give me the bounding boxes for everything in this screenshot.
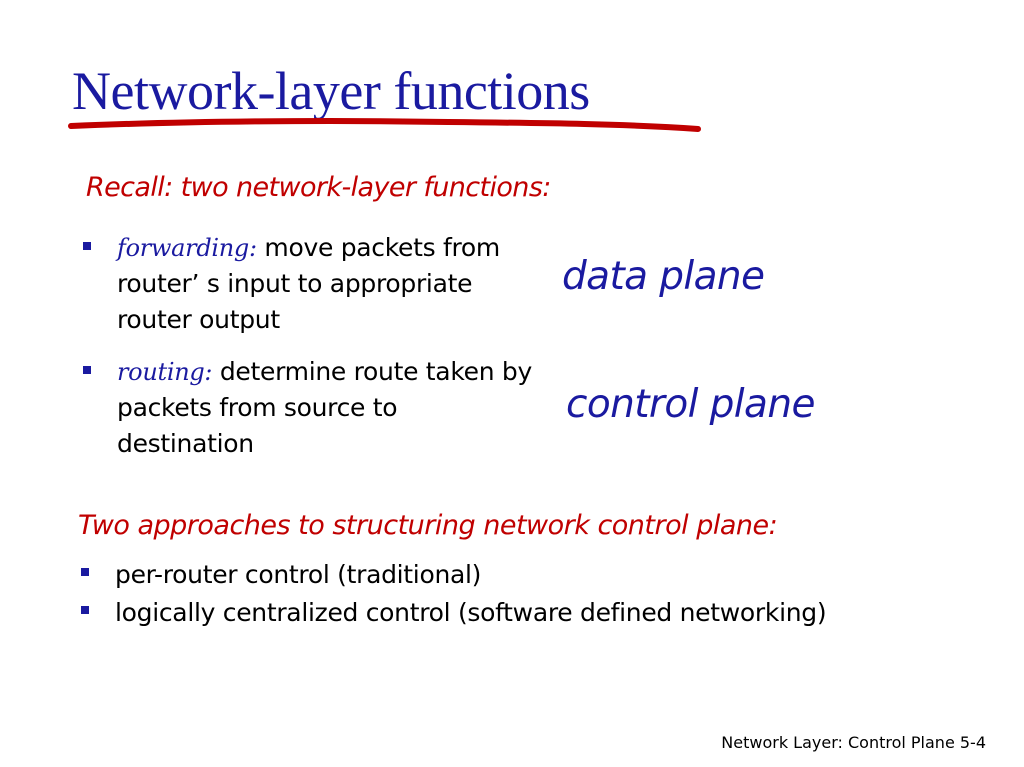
approach-text: logically centralized control (software …	[115, 598, 827, 627]
term-forwarding: forwarding:	[117, 234, 257, 262]
square-bullet-icon	[83, 366, 91, 374]
approach-list: per-router control (traditional) logical…	[78, 556, 978, 632]
list-item-centralized: logically centralized control (software …	[78, 594, 978, 632]
control-plane-label: control plane	[566, 382, 815, 427]
slide-footer: Network Layer: Control Plane 5-4	[721, 733, 986, 752]
approaches-heading: Two approaches to structuring network co…	[78, 510, 778, 541]
approach-text: per-router control (traditional)	[115, 560, 482, 589]
recall-heading: Recall: two network-layer functions:	[86, 172, 551, 203]
list-item-per-router: per-router control (traditional)	[78, 556, 978, 594]
square-bullet-icon	[81, 606, 89, 614]
title-underline	[68, 118, 701, 132]
list-item-forwarding: forwarding: move packets from router’ s …	[80, 230, 540, 338]
data-plane-label: data plane	[562, 254, 765, 299]
term-routing: routing:	[117, 358, 213, 386]
list-item-routing: routing: determine route taken by packet…	[80, 354, 540, 462]
square-bullet-icon	[81, 568, 89, 576]
function-list: forwarding: move packets from router’ s …	[80, 230, 540, 478]
square-bullet-icon	[83, 242, 91, 250]
